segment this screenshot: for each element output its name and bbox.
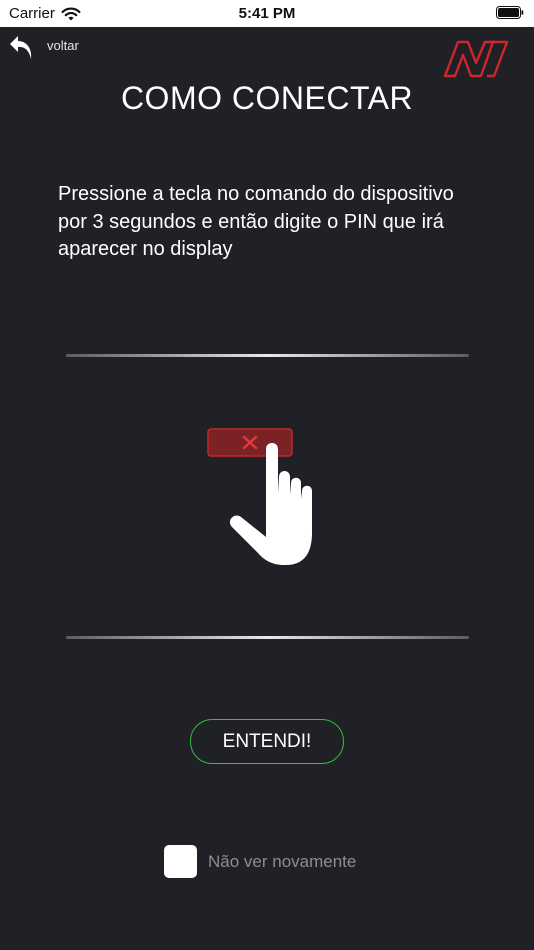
dont-show-checkbox[interactable] <box>164 845 197 878</box>
status-bar: Carrier 5:41 PM <box>0 0 534 27</box>
brand-logo <box>443 40 509 78</box>
page-title: COMO CONECTAR <box>120 80 414 116</box>
battery-icon <box>496 6 524 19</box>
confirm-button[interactable]: ENTENDI! <box>190 719 344 764</box>
dont-show-again-option[interactable]: Não ver novamente <box>164 845 356 878</box>
back-arrow-icon <box>10 36 32 59</box>
dont-show-label: Não ver novamente <box>208 851 357 871</box>
back-label: voltar <box>47 37 79 53</box>
connect-instructions-screen: voltar COMO CONECTAR Pressione a tecla n… <box>0 27 534 950</box>
hand-pointer-icon <box>229 443 312 565</box>
back-button[interactable]: voltar <box>8 34 79 62</box>
instructions-text: Pressione a tecla no comando do disposit… <box>58 183 454 260</box>
press-key-illustration <box>207 428 312 565</box>
divider-top <box>66 354 469 357</box>
status-time: 5:41 PM <box>238 5 296 22</box>
divider-bottom <box>66 636 469 639</box>
